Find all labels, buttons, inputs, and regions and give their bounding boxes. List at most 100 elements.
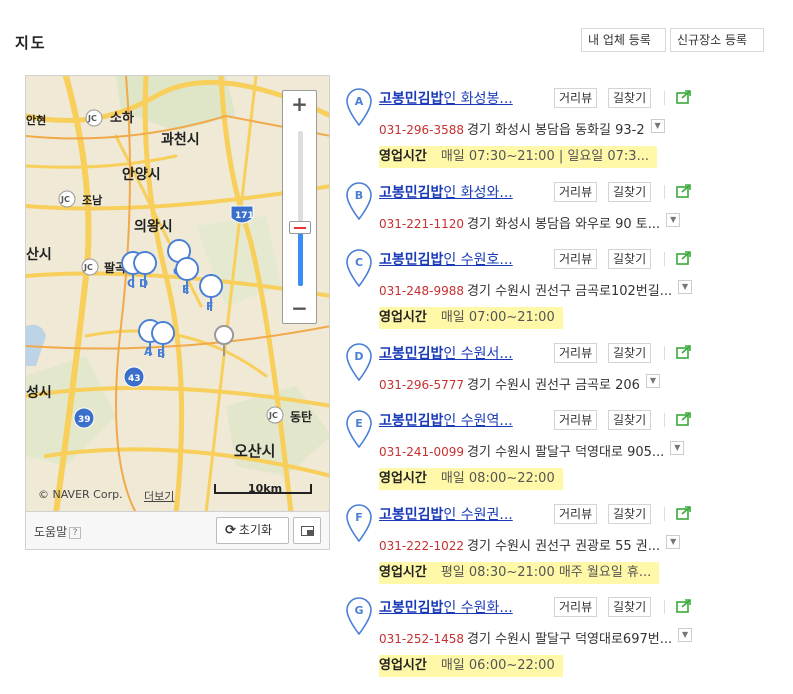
phone-number: 031-252-1458: [379, 632, 465, 646]
location-pin-icon[interactable]: F: [346, 504, 372, 542]
address-dropdown-button[interactable]: ▼: [666, 213, 681, 227]
address-text: 경기 화성시 봉담읍 와우로 90 토...: [467, 217, 661, 232]
hours-value: 매일 07:30~21:00 | 일요일 07:3...: [440, 149, 649, 164]
directions-button[interactable]: 길찾기: [608, 343, 652, 363]
location-pin-icon[interactable]: A: [346, 88, 372, 126]
map-place-label: 의왕시: [134, 218, 173, 235]
zoom-out-button[interactable]: −: [283, 295, 316, 323]
svg-text:A: A: [355, 95, 364, 108]
minimap-toggle-button[interactable]: [293, 517, 321, 544]
share-icon[interactable]: [676, 184, 692, 198]
address-dropdown-button[interactable]: ▼: [678, 280, 693, 294]
place-address-line: 031-296-3588 경기 화성시 봉담읍 동화길 93-2: [379, 119, 645, 138]
place-name-bold: 고봉민김밥: [379, 91, 444, 107]
svg-text:B: B: [355, 189, 363, 202]
zoom-control: + −: [282, 90, 317, 324]
reset-button[interactable]: ⟳ 초기화: [216, 517, 289, 544]
location-pin-icon[interactable]: E: [346, 410, 372, 448]
register-business-button[interactable]: 내 업체 등록: [581, 28, 666, 52]
map-more-link[interactable]: 더보기: [144, 488, 174, 504]
place-name-link[interactable]: 고봉민김밥인 수원화...: [379, 597, 513, 617]
share-icon[interactable]: [676, 345, 692, 359]
place-address-line: 031-241-0099 경기 수원시 팔달구 덕영대로 905...: [379, 441, 664, 460]
map-footer: 도움말? ⟳ 초기화: [25, 512, 330, 550]
svg-text:E: E: [182, 283, 190, 296]
place-address-line: 031-252-1458 경기 수원시 팔달구 덕영대로697번...: [379, 628, 672, 647]
address-dropdown-button[interactable]: ▼: [645, 374, 660, 388]
share-icon[interactable]: [676, 90, 692, 104]
directions-button[interactable]: 길찾기: [608, 597, 652, 617]
place-name-bold: 고봉민김밥: [379, 346, 444, 362]
directions-button[interactable]: 길찾기: [608, 249, 652, 269]
divider: [664, 185, 665, 199]
share-icon[interactable]: [676, 599, 692, 613]
place-name-bold: 고봉민김밥: [379, 252, 444, 268]
map-view[interactable]: 소하 과천시 안양시 조남 의왕시 팔곡 산시 동탄 오산시 성시 안현 JC …: [25, 75, 330, 512]
business-hours: 영업시간 매일 07:30~21:00 | 일요일 07:3...: [379, 146, 657, 168]
place-name-link[interactable]: 고봉민김밥인 화성와...: [379, 182, 513, 202]
hours-value: 평일 08:30~21:00 매주 월요일 휴...: [440, 565, 652, 580]
street-view-button[interactable]: 거리뷰: [554, 88, 598, 108]
hours-value: 매일 07:00~21:00: [440, 310, 555, 325]
place-name-link[interactable]: 고봉민김밥인 화성봉...: [379, 88, 513, 108]
location-pin-icon[interactable]: C: [346, 249, 372, 287]
location-pin-icon[interactable]: G: [346, 597, 372, 635]
svg-text:43: 43: [128, 374, 141, 384]
street-view-button[interactable]: 거리뷰: [554, 597, 598, 617]
location-pin-icon[interactable]: D: [346, 343, 372, 381]
map-place-label: 오산시: [234, 442, 275, 460]
street-view-button[interactable]: 거리뷰: [554, 410, 598, 430]
place-name-link[interactable]: 고봉민김밥인 수원권...: [379, 504, 513, 524]
hours-label: 영업시간: [379, 565, 427, 580]
help-link[interactable]: 도움말?: [34, 523, 82, 540]
address-dropdown-button[interactable]: ▼: [666, 535, 681, 549]
reset-label: 초기화: [238, 523, 273, 537]
address-dropdown-button[interactable]: ▼: [678, 628, 693, 642]
divider: [664, 252, 665, 266]
address-text: 경기 수원시 권선구 금곡로 206: [467, 378, 640, 393]
help-icon: ?: [69, 527, 82, 539]
place-name-link[interactable]: 고봉민김밥인 수원호...: [379, 249, 513, 269]
share-icon[interactable]: [676, 251, 692, 265]
svg-text:C: C: [127, 277, 135, 290]
directions-button[interactable]: 길찾기: [608, 88, 652, 108]
place-name-link[interactable]: 고봉민김밥인 수원역...: [379, 410, 513, 430]
divider: [664, 600, 665, 614]
place-name-bold: 고봉민김밥: [379, 507, 444, 523]
svg-text:171: 171: [235, 211, 254, 221]
minimap-icon: [301, 526, 314, 536]
scale-label: 10km: [248, 482, 283, 495]
hours-label: 영업시간: [379, 149, 427, 164]
map-place-label: 과천시: [161, 132, 200, 148]
svg-text:A: A: [144, 345, 153, 358]
street-view-button[interactable]: 거리뷰: [554, 504, 598, 524]
map-place-label: 조남: [82, 194, 102, 207]
hours-value: 매일 06:00~22:00: [440, 658, 555, 673]
phone-number: 031-241-0099: [379, 445, 465, 459]
map-place-label: 동탄: [290, 409, 312, 424]
location-pin-icon[interactable]: B: [346, 182, 372, 220]
zoom-slider-handle[interactable]: [289, 221, 311, 234]
zoom-in-button[interactable]: +: [283, 91, 316, 119]
share-icon[interactable]: [676, 506, 692, 520]
directions-button[interactable]: 길찾기: [608, 182, 652, 202]
address-dropdown-button[interactable]: ▼: [650, 119, 665, 133]
phone-number: 031-248-9988: [379, 284, 465, 298]
street-view-button[interactable]: 거리뷰: [554, 182, 598, 202]
hours-label: 영업시간: [379, 471, 427, 486]
share-icon[interactable]: [676, 412, 692, 426]
svg-text:G: G: [354, 604, 363, 617]
street-view-button[interactable]: 거리뷰: [554, 249, 598, 269]
business-hours: 영업시간 매일 06:00~22:00: [379, 655, 563, 677]
svg-text:F: F: [355, 511, 363, 524]
place-name-link[interactable]: 고봉민김밥인 수원서...: [379, 343, 513, 363]
svg-text:JC: JC: [268, 411, 278, 420]
address-dropdown-button[interactable]: ▼: [670, 441, 685, 455]
address-text: 경기 수원시 팔달구 덕영대로 905...: [467, 445, 665, 460]
business-hours: 영업시간 매일 07:00~21:00: [379, 307, 563, 329]
directions-button[interactable]: 길찾기: [608, 504, 652, 524]
street-view-button[interactable]: 거리뷰: [554, 343, 598, 363]
zoom-level-fill: [298, 227, 303, 286]
directions-button[interactable]: 길찾기: [608, 410, 652, 430]
register-new-place-button[interactable]: 신규장소 등록: [670, 28, 764, 52]
